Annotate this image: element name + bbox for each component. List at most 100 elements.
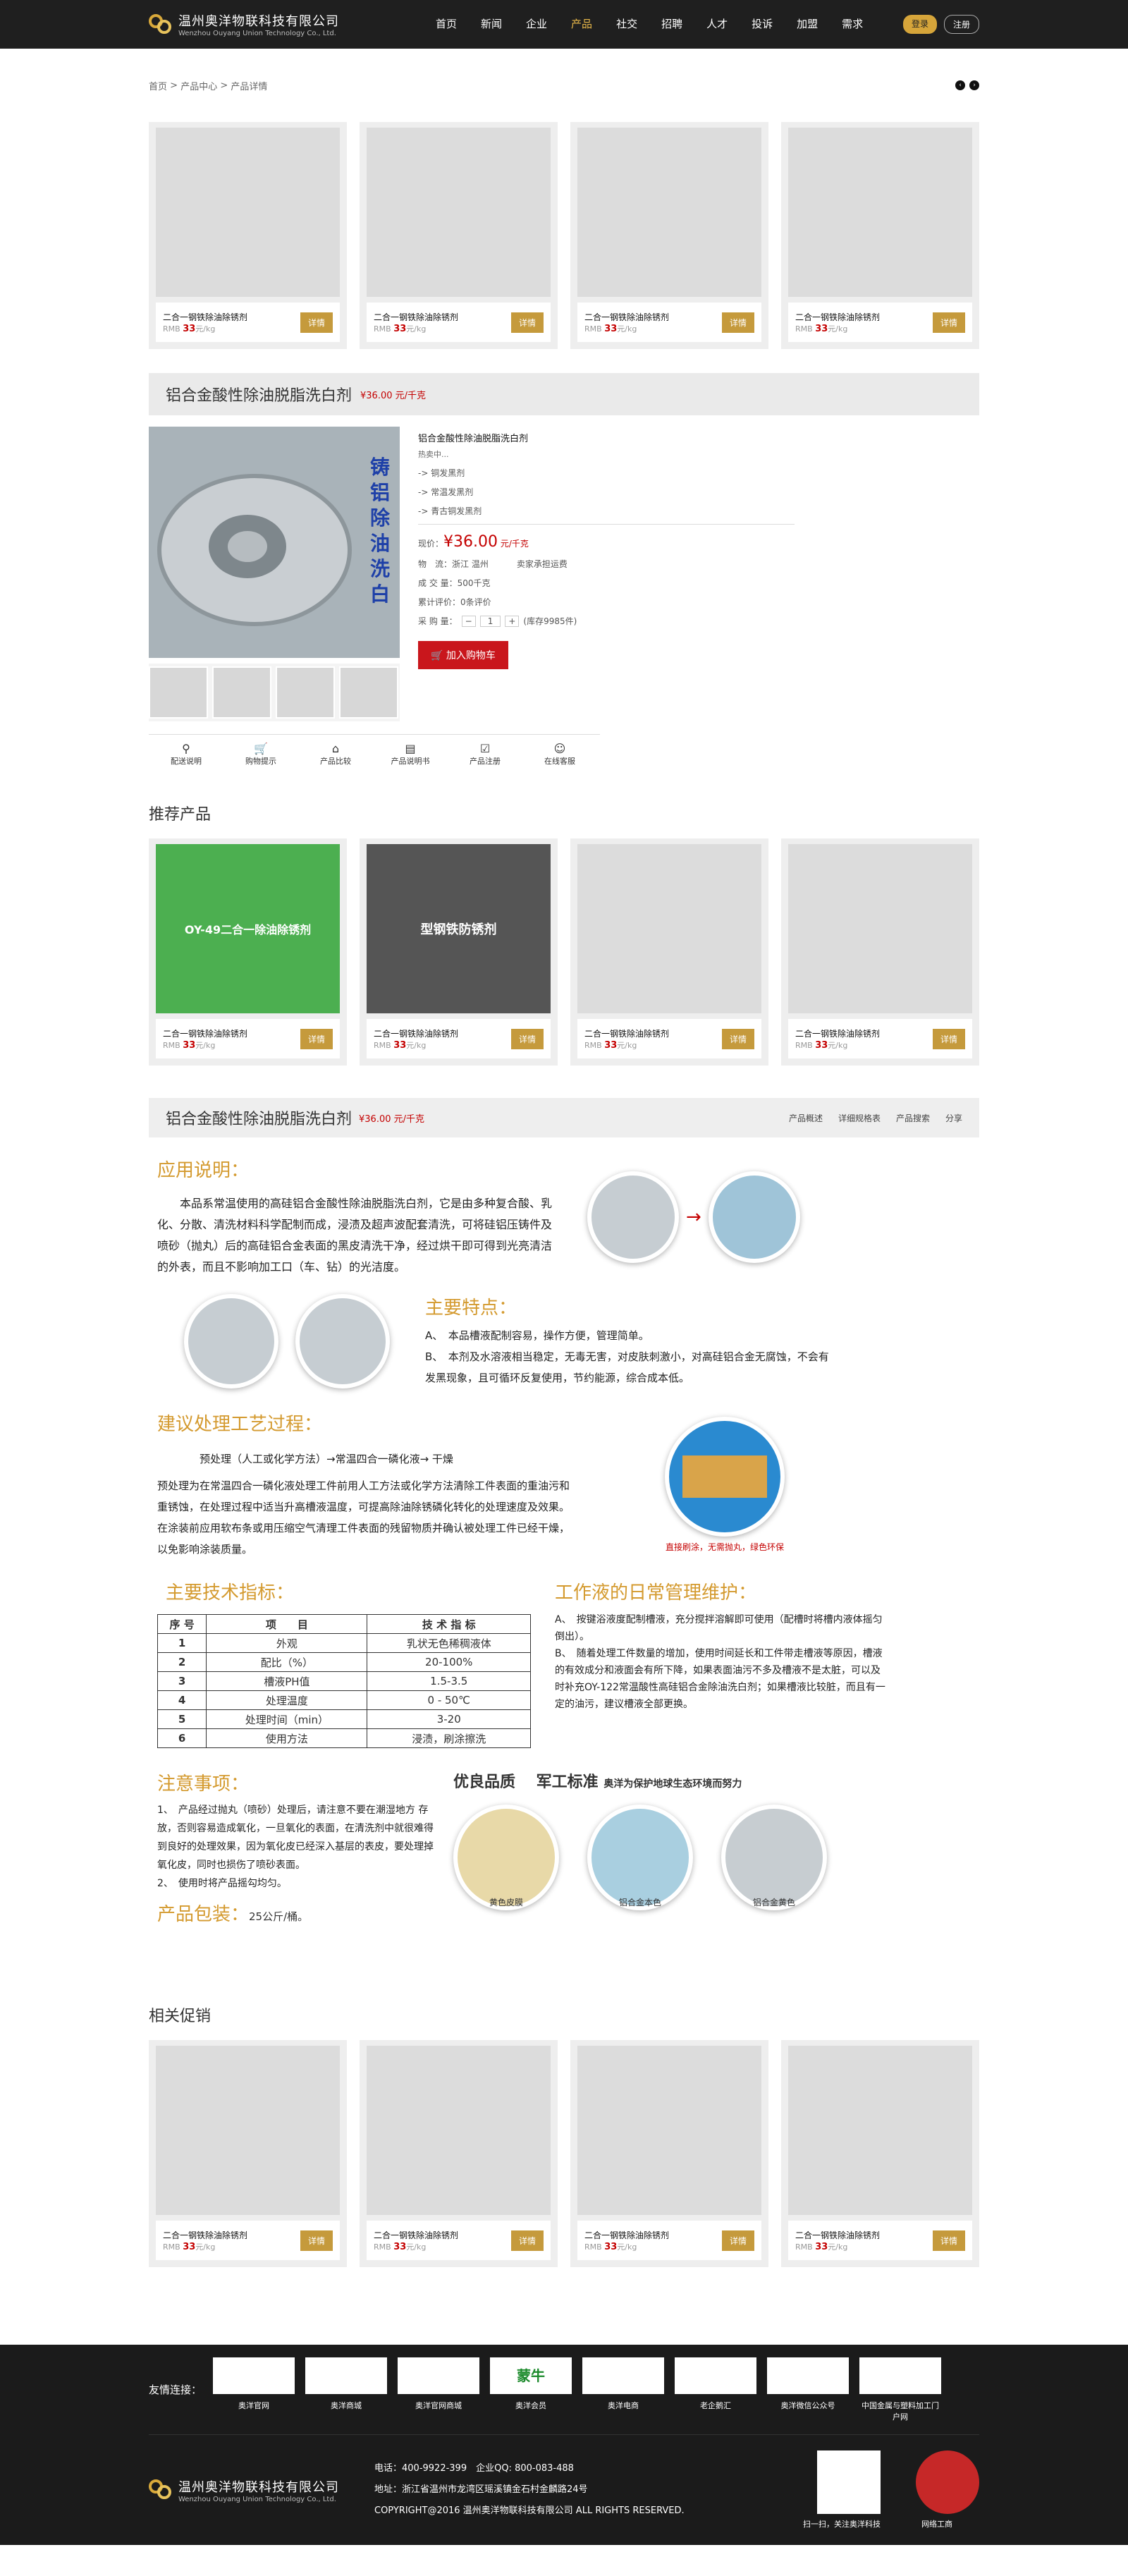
thumbnail[interactable] [339,666,398,719]
service-1[interactable]: 🛒 购物提示 [223,742,298,767]
article-tab-2[interactable]: 产品搜索 [896,1112,930,1124]
review-count[interactable]: 累计评价：0条评价 [418,596,491,608]
price-prefix: RMB [584,324,602,334]
detail-button[interactable]: 详情 [300,312,333,333]
breadcrumb-products[interactable]: 产品中心 [180,79,217,92]
table-cell: 处理时间（min） [206,1709,368,1729]
product-card[interactable]: 二合一钢铁除油除锈剂 RMB 33元/kg 详情 [149,2040,347,2267]
nav-item-5[interactable]: 招聘 [649,0,694,49]
article-tab-0[interactable]: 产品概述 [789,1112,823,1124]
price-unit: 元/kg [617,1040,637,1050]
add-to-cart-button[interactable]: 🛒 加入购物车 [418,641,508,669]
register-button[interactable]: 注册 [943,15,979,34]
product-card[interactable]: 二合一钢铁除油除锈剂 RMB 33元/kg 详情 [781,122,979,349]
quality-title: 优良品质 军工标准 [453,1774,599,1791]
qty-minus-button[interactable]: − [461,615,476,627]
thumbnail[interactable] [212,666,271,719]
detail-button[interactable]: 详情 [721,2230,754,2251]
friend-link[interactable]: 奥洋官网 [213,2357,295,2422]
eco-badge-text: 直接刷涂，无需抛丸，绿色环保 [665,1542,784,1552]
price-prefix: RMB [584,1040,602,1050]
detail-button[interactable]: 详情 [932,312,965,333]
footer-logo[interactable]: 温州奥洋物联科技有限公司 Wenzhou Ouyang Union Techno… [149,2477,339,2503]
login-button[interactable]: 登录 [902,15,937,34]
nav-item-0[interactable]: 首页 [424,0,469,49]
product-title: 铝合金酸性除油脱脂洗白剂 [166,387,352,405]
option-item[interactable]: -> 青古铜发黑剂 [418,505,795,517]
product-card[interactable]: 二合一钢铁除油除锈剂 RMB 33元/kg 详情 [360,122,558,349]
friend-link[interactable]: 奥洋商城 [305,2357,388,2422]
breadcrumb-home[interactable]: 首页 [149,79,167,92]
friend-link[interactable]: 老企鹅汇 [675,2357,757,2422]
person-icon: ☺ [553,742,566,755]
product-price: RMB 33元/kg [584,2241,669,2252]
next-arrow-icon[interactable]: › [969,80,979,90]
friend-link[interactable]: 奥洋官网商城 [398,2357,480,2422]
detail-button[interactable]: 详情 [932,1028,965,1049]
product-card[interactable]: 二合一钢铁除油除锈剂 RMB 33元/kg 详情 [570,122,768,349]
service-5[interactable]: ☺ 在线客服 [522,742,597,767]
service-4[interactable]: ☑ 产品注册 [448,742,522,767]
option-item[interactable]: -> 常温发黑剂 [418,486,795,498]
nav-item-3[interactable]: 产品 [559,0,604,49]
qty-plus-button[interactable]: + [505,615,520,627]
thumbnail[interactable] [149,666,208,719]
nav-item-2[interactable]: 企业 [514,0,559,49]
before-image [587,1171,679,1263]
product-card[interactable]: OY-49二合一除油除锈剂 二合一钢铁除油除锈剂 RMB 33元/kg 详情 [149,838,347,1066]
product-card[interactable]: 二合一钢铁除油除锈剂 RMB 33元/kg 详情 [570,838,768,1066]
product-card[interactable]: 二合一钢铁除油除锈剂 RMB 33元/kg 详情 [570,2040,768,2267]
police-badge-icon[interactable] [916,2450,979,2514]
nav-item-1[interactable]: 新闻 [469,0,514,49]
service-0[interactable]: ⚲ 配送说明 [149,742,223,767]
site-logo[interactable]: 温州奥洋物联科技有限公司 Wenzhou Ouyang Union Techno… [149,11,339,37]
article-tab-3[interactable]: 分享 [945,1112,962,1124]
article-tab-1[interactable]: 详细规格表 [838,1112,881,1124]
detail-button[interactable]: 详情 [721,312,754,333]
prev-arrow-icon[interactable]: ‹ [955,80,965,90]
option-item[interactable]: -> 铜发黑剂 [418,467,795,479]
footer-copyright: COPYRIGHT@2016 温州奥洋物联科技有限公司 ALL RIGHTS R… [374,2505,685,2516]
friend-link[interactable]: 奥洋电商 [582,2357,665,2422]
product-info: 二合一钢铁除油除锈剂 RMB 33元/kg 详情 [788,303,972,342]
friend-link-label: 中国金属与塑料加工门户网 [862,2400,940,2422]
nav-item-7[interactable]: 投诉 [740,0,785,49]
detail-button[interactable]: 详情 [721,1028,754,1049]
nav-item-9[interactable]: 需求 [830,0,875,49]
friend-link[interactable]: 蒙牛 奥洋会员 [490,2357,572,2422]
detail-button[interactable]: 详情 [300,2230,333,2251]
product-card[interactable]: 二合一钢铁除油除锈剂 RMB 33元/kg 详情 [149,122,347,349]
table-cell: 4 [157,1690,207,1710]
product-card[interactable]: 型钢铁防锈剂 二合一钢铁除油除锈剂 RMB 33元/kg 详情 [360,838,558,1066]
product-card[interactable]: 二合一钢铁除油除锈剂 RMB 33元/kg 详情 [781,838,979,1066]
table-row: 3 槽液PH值 1.5-3.5 [157,1671,531,1691]
note-icon: ☑ [479,742,491,755]
service-label: 产品注册 [470,757,501,766]
friend-links: 友情连接： 奥洋官网 奥洋商城 奥洋官网商城 蒙牛 奥洋会员 奥洋电商 老企鹅汇 奥洋微信公众… [149,2345,979,2435]
price-label: 现价： [418,539,444,549]
badge-caption: 网络工商 [921,2520,952,2529]
product-main-image: 铸铝除油洗白 [149,427,400,658]
nav-item-8[interactable]: 加盟 [785,0,830,49]
friend-link[interactable]: 中国金属与塑料加工门户网 [859,2357,942,2422]
detail-button[interactable]: 详情 [510,312,544,333]
product-card[interactable]: 二合一钢铁除油除锈剂 RMB 33元/kg 详情 [781,2040,979,2267]
product-card[interactable]: 二合一钢铁除油除锈剂 RMB 33元/kg 详情 [360,2040,558,2267]
nav-item-4[interactable]: 社交 [604,0,649,49]
nav-item-6[interactable]: 人才 [694,0,740,49]
detail-button[interactable]: 详情 [510,1028,544,1049]
service-2[interactable]: ⌂ 产品比较 [298,742,373,767]
detail-button[interactable]: 详情 [300,1028,333,1049]
product-title-bar: 铝合金酸性除油脱脂洗白剂 ¥36.00 元/千克 [149,373,979,415]
qty-input[interactable]: 1 [479,615,501,627]
thumbnail[interactable] [276,666,335,719]
friend-link[interactable]: 奥洋微信公众号 [767,2357,850,2422]
table-cell: 浸渍，刷涂擦洗 [367,1728,531,1748]
product-info: 二合一钢铁除油除锈剂 RMB 33元/kg 详情 [156,303,340,342]
detail-button[interactable]: 详情 [932,2230,965,2251]
price-prefix: RMB [795,1040,813,1050]
product-price: RMB 33元/kg [374,2241,458,2252]
service-3[interactable]: ▤ 产品说明书 [373,742,448,767]
detail-button[interactable]: 详情 [510,2230,544,2251]
process-flow: 预处理（人工或化学方法）→常温四合一磷化液→ 干燥 [200,1453,453,1465]
